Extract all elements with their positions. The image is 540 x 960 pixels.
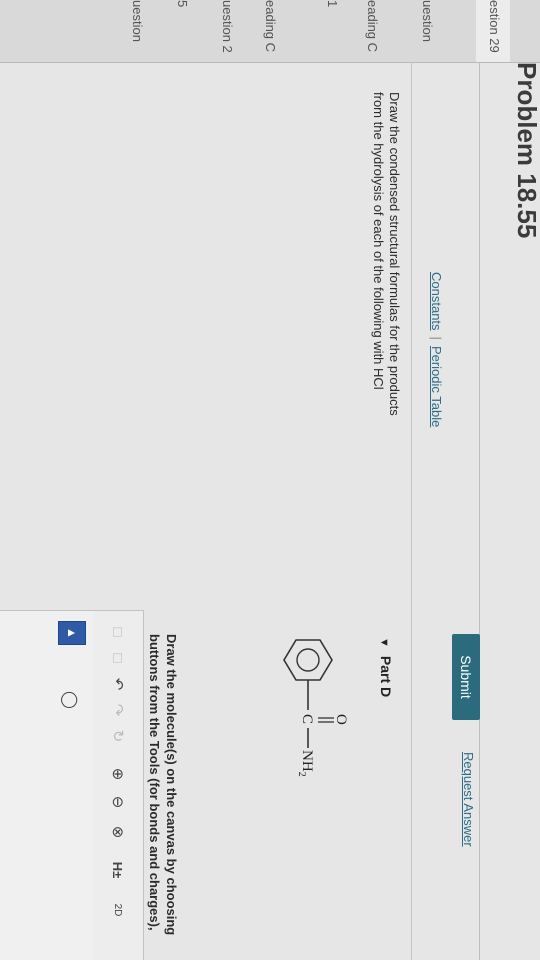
paste-icon[interactable]: □ xyxy=(107,647,129,669)
undo-icon[interactable]: ↶ xyxy=(107,673,129,695)
amine-group: NH2 xyxy=(296,750,315,777)
request-answer-link[interactable]: Request Answer xyxy=(461,752,476,847)
part-divider xyxy=(411,62,412,960)
main-content: Problem 18.55 Constants | Periodic Table D… xyxy=(0,62,540,960)
sidebar-item-number-2[interactable]: 5 xyxy=(175,0,190,7)
explicit-hydrogens-button[interactable]: H± xyxy=(107,855,129,885)
aromatic-circle xyxy=(296,648,320,672)
carbon-atom: C xyxy=(299,714,315,724)
drawing-toolbar: □ □ ↶ ↷ ↻ ⊕ ⊖ ⊗ H± 2D xyxy=(93,610,144,960)
resource-links: Constants | Periodic Table xyxy=(429,272,444,427)
sidebar-item-question-3[interactable]: uestion xyxy=(130,0,145,42)
copy-icon[interactable]: □ xyxy=(107,621,129,643)
photo-stage: estion 29 uestion eading C 1 eading C ue… xyxy=(0,0,540,960)
benzamide-structure: C O NH2 xyxy=(283,639,349,777)
reset-icon[interactable]: ↻ xyxy=(107,725,129,747)
zoom-in-icon[interactable]: ⊕ xyxy=(107,763,129,785)
drawing-canvas[interactable]: ▲ ◯ xyxy=(0,610,94,960)
selection-tool-icon[interactable]: ▲ xyxy=(58,621,86,645)
sidebar-item-reading[interactable]: eading C xyxy=(365,0,380,52)
sidebar-item-question-29[interactable]: estion 29 xyxy=(487,0,502,53)
redo-icon[interactable]: ↷ xyxy=(107,699,129,721)
link-separator: | xyxy=(429,336,444,340)
2d-view-button[interactable]: 2D xyxy=(107,895,129,925)
header-divider xyxy=(479,62,480,960)
browser-scene: estion 29 uestion eading C 1 eading C ue… xyxy=(0,0,540,960)
sidebar: estion 29 uestion eading C 1 eading C ue… xyxy=(0,0,540,63)
sidebar-item-number[interactable]: 1 xyxy=(325,0,340,7)
sidebar-item-question-2[interactable]: uestion 2 xyxy=(220,0,235,53)
submit-button[interactable]: Submit xyxy=(452,634,480,720)
oxygen-atom: O xyxy=(333,714,349,725)
part-label: Part D xyxy=(378,655,394,698)
clear-icon[interactable]: ⊗ xyxy=(107,821,129,843)
zoom-out-icon[interactable]: ⊖ xyxy=(107,791,129,813)
sidebar-item-reading-2[interactable]: eading C xyxy=(263,0,278,52)
amine-subscript: 2 xyxy=(296,772,307,777)
sidebar-item-question[interactable]: uestion xyxy=(420,0,435,42)
constants-link[interactable]: Constants xyxy=(429,272,444,331)
eraser-icon[interactable]: ◯ xyxy=(60,691,80,709)
benzene-ring xyxy=(283,639,333,681)
periodic-table-link[interactable]: Periodic Table xyxy=(429,346,444,427)
part-header[interactable]: ▼ Part D xyxy=(378,637,394,697)
page-title: Problem 18.55 xyxy=(512,62,540,239)
collapse-triangle-icon: ▼ xyxy=(378,637,390,648)
problem-instructions: Draw the condensed structural formulas f… xyxy=(371,92,402,416)
amine-text: NH xyxy=(299,750,315,772)
